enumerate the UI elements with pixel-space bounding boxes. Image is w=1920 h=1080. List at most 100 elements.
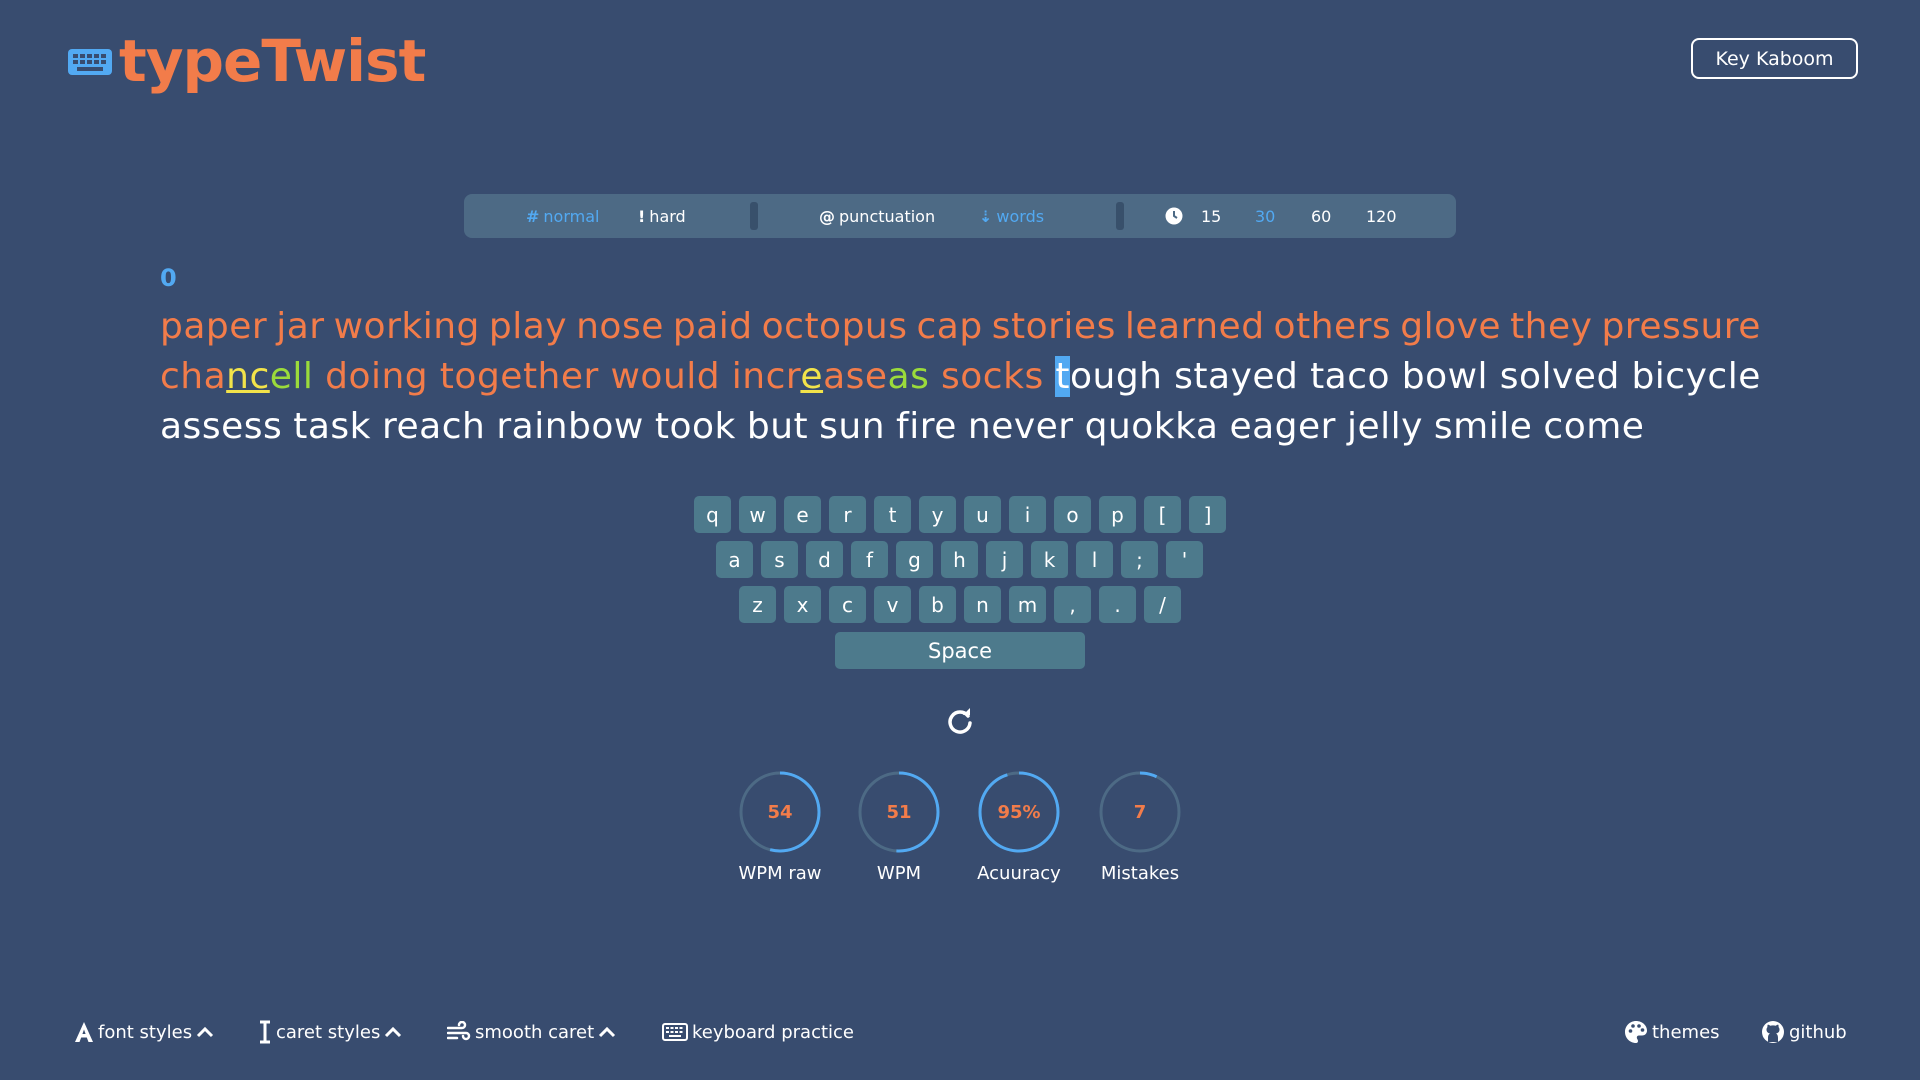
key[interactable]: l xyxy=(1076,541,1113,578)
key[interactable]: t xyxy=(874,496,911,533)
word: paid xyxy=(672,306,753,347)
word: reach xyxy=(382,406,486,447)
key[interactable]: g xyxy=(896,541,933,578)
github-link[interactable]: github xyxy=(1761,1016,1847,1048)
key[interactable]: . xyxy=(1099,586,1136,623)
text-line: paper jar working play nose paid octopus… xyxy=(160,302,1761,352)
typing-text-area[interactable]: paper jar working play nose paid octopus… xyxy=(160,302,1761,452)
font-styles-menu[interactable]: font styles xyxy=(74,1016,214,1048)
key[interactable]: d xyxy=(806,541,843,578)
key[interactable]: , xyxy=(1054,586,1091,623)
key[interactable]: a xyxy=(716,541,753,578)
palette-icon xyxy=(1625,1021,1647,1043)
key[interactable]: v xyxy=(874,586,911,623)
key[interactable]: ' xyxy=(1166,541,1203,578)
stat-wpm-raw: 54 WPM raw xyxy=(720,771,840,884)
toggle-words[interactable]: ⇣ words xyxy=(979,194,1044,238)
stat-label: Mistakes xyxy=(1100,863,1180,884)
key[interactable]: w xyxy=(739,496,776,533)
key[interactable]: n xyxy=(964,586,1001,623)
word: play xyxy=(488,306,568,347)
key[interactable]: x xyxy=(784,586,821,623)
time-option[interactable]: 15 xyxy=(1201,194,1221,238)
toggle-punctuation-label: punctuation xyxy=(839,206,936,226)
keyboard-row: q w e r t y u i o p [ ] xyxy=(694,496,1226,533)
key[interactable]: e xyxy=(784,496,821,533)
mode-hard[interactable]: ! hard xyxy=(638,194,686,238)
pending-chars: ough xyxy=(1069,356,1163,397)
word: would xyxy=(610,356,721,397)
correct-chars: incr xyxy=(731,356,801,397)
text-line: chancell doing together would increaseas… xyxy=(160,352,1761,402)
word: octopus xyxy=(761,306,908,347)
stat-accuracy: 95% Acuuracy xyxy=(959,771,1079,884)
keyboard-row: z x c v b n m , . / xyxy=(739,586,1181,623)
key[interactable]: u xyxy=(964,496,1001,533)
restart-icon[interactable] xyxy=(946,707,974,735)
themes-label: themes xyxy=(1652,1021,1720,1043)
key-kaboom-button[interactable]: Key Kaboom xyxy=(1691,38,1858,79)
space-key[interactable]: Space xyxy=(835,632,1085,669)
word: doing xyxy=(325,356,429,397)
app-logo[interactable]: typeTwist xyxy=(67,26,426,96)
key[interactable]: o xyxy=(1054,496,1091,533)
key[interactable]: q xyxy=(694,496,731,533)
key[interactable]: c xyxy=(829,586,866,623)
word: glove xyxy=(1400,306,1502,347)
chevron-up-icon xyxy=(599,1026,616,1038)
key[interactable]: h xyxy=(941,541,978,578)
key[interactable]: m xyxy=(1009,586,1046,623)
time-option[interactable]: 60 xyxy=(1311,194,1331,238)
word: took xyxy=(654,406,736,447)
word: taco xyxy=(1310,356,1391,397)
word: jelly xyxy=(1346,406,1423,447)
text-line: assess task reach rainbow took but sun f… xyxy=(160,402,1761,452)
word: bicycle xyxy=(1631,356,1761,397)
key[interactable]: b xyxy=(919,586,956,623)
divider xyxy=(750,202,758,230)
smooth-caret-label: smooth caret xyxy=(475,1021,595,1043)
stat-value: 51 xyxy=(886,801,912,823)
word: jar xyxy=(276,306,325,347)
key[interactable]: ; xyxy=(1121,541,1158,578)
word: increaseas xyxy=(732,352,930,402)
correct-chars: cha xyxy=(160,356,227,397)
keyboard-practice-link[interactable]: keyboard practice xyxy=(662,1016,854,1048)
key[interactable]: r xyxy=(829,496,866,533)
key[interactable]: [ xyxy=(1144,496,1181,533)
stat-value: 54 xyxy=(767,801,793,823)
key[interactable]: i xyxy=(1009,496,1046,533)
key[interactable]: p xyxy=(1099,496,1136,533)
time-option[interactable]: 30 xyxy=(1255,194,1275,238)
mode-normal[interactable]: # normal xyxy=(526,194,599,238)
key[interactable]: ] xyxy=(1189,496,1226,533)
stat-label: WPM xyxy=(876,863,922,884)
caret-styles-menu[interactable]: caret styles xyxy=(258,1016,402,1048)
word: but xyxy=(746,406,809,447)
key[interactable]: f xyxy=(851,541,888,578)
word: socks xyxy=(941,356,1044,397)
key[interactable]: k xyxy=(1031,541,1068,578)
key[interactable]: s xyxy=(761,541,798,578)
time-option[interactable]: 120 xyxy=(1366,194,1397,238)
caret-styles-label: caret styles xyxy=(276,1021,381,1043)
stat-label: WPM raw xyxy=(738,863,822,884)
extra-chars: ell xyxy=(269,356,314,397)
mode-hard-label: hard xyxy=(649,206,686,226)
sort-down-icon: ⇣ xyxy=(979,206,993,226)
word: they xyxy=(1510,306,1593,347)
word: fire xyxy=(896,406,957,447)
stat-value: 7 xyxy=(1133,801,1147,823)
caret: t xyxy=(1055,356,1070,397)
word: cap xyxy=(916,306,983,347)
at-icon: @ xyxy=(819,206,835,226)
toggle-punctuation[interactable]: @ punctuation xyxy=(819,194,935,238)
key[interactable]: / xyxy=(1144,586,1181,623)
key[interactable]: z xyxy=(739,586,776,623)
word: pressure xyxy=(1601,306,1761,347)
correct-chars: ase xyxy=(823,356,888,397)
key[interactable]: j xyxy=(986,541,1023,578)
key[interactable]: y xyxy=(919,496,956,533)
smooth-caret-menu[interactable]: smooth caret xyxy=(447,1016,616,1048)
themes-menu[interactable]: themes xyxy=(1624,1016,1720,1048)
